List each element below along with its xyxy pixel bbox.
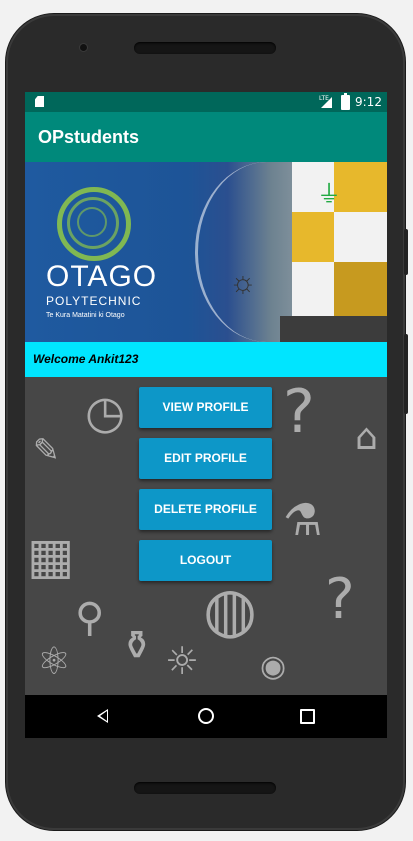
top-speaker — [134, 42, 276, 54]
edit-profile-button[interactable]: EDIT PROFILE — [139, 438, 272, 479]
header-banner: ⏚ ☼ OTAGO POLYTECHNIC Te Kura Matatini k… — [25, 162, 387, 342]
view-profile-button[interactable]: VIEW PROFILE — [139, 387, 272, 428]
atom-doodle-icon: ⚛ — [37, 639, 72, 683]
lightbulb-icon: ☼ — [229, 266, 257, 299]
logo-sub: POLYTECHNIC — [46, 294, 142, 308]
sd-card-icon — [35, 96, 44, 107]
magnifier-doodle-icon: ⚲ — [75, 595, 105, 641]
recents-icon[interactable] — [300, 709, 315, 724]
home-icon[interactable] — [198, 708, 214, 724]
battery-icon — [341, 93, 350, 110]
logo-tagline: Te Kura Matatini ki Otago — [46, 312, 125, 319]
flask-doodle-icon: ⚗ — [283, 495, 323, 546]
app-title: OPstudents — [38, 127, 140, 147]
logout-button[interactable]: LOGOUT — [139, 540, 272, 581]
navigation-bar — [25, 695, 387, 738]
clock-doodle-icon: ◷ — [85, 385, 126, 439]
status-bar: LTE 9:12 — [25, 92, 387, 112]
welcome-bar: Welcome Ankit123 — [25, 342, 387, 377]
signal-icon — [321, 97, 332, 108]
bulb-doodle-icon: ☼ — [165, 639, 200, 683]
bottom-speaker — [134, 782, 276, 794]
delete-profile-button[interactable]: DELETE PROFILE — [139, 489, 272, 530]
pencil-doodle-icon: ✎ — [33, 431, 60, 469]
plug-icon: ⏚ — [317, 181, 341, 208]
volume-button — [404, 229, 408, 275]
app-bar: OPstudents — [25, 112, 387, 162]
front-camera — [80, 44, 87, 51]
welcome-text: Welcome Ankit123 — [33, 352, 139, 366]
device-screen: LTE 9:12 OPstudents ⏚ ☼ OTAGO POLYTECHNI… — [25, 92, 387, 738]
question-doodle-icon-2: ? — [325, 567, 355, 632]
power-button — [404, 334, 408, 414]
calculator-doodle-icon: ▦ — [27, 527, 75, 585]
status-time: 9:12 — [355, 95, 382, 109]
palette-doodle-icon: ◍ — [203, 573, 258, 646]
cap-doodle-icon: ⌂ — [355, 417, 378, 458]
back-icon[interactable] — [97, 709, 108, 723]
logo-name: OTAGO — [46, 260, 158, 293]
question-doodle-icon: ? — [283, 377, 315, 447]
tube-doodle-icon: ⚱ — [120, 623, 154, 669]
globe-doodle-icon: ◉ — [260, 649, 287, 684]
